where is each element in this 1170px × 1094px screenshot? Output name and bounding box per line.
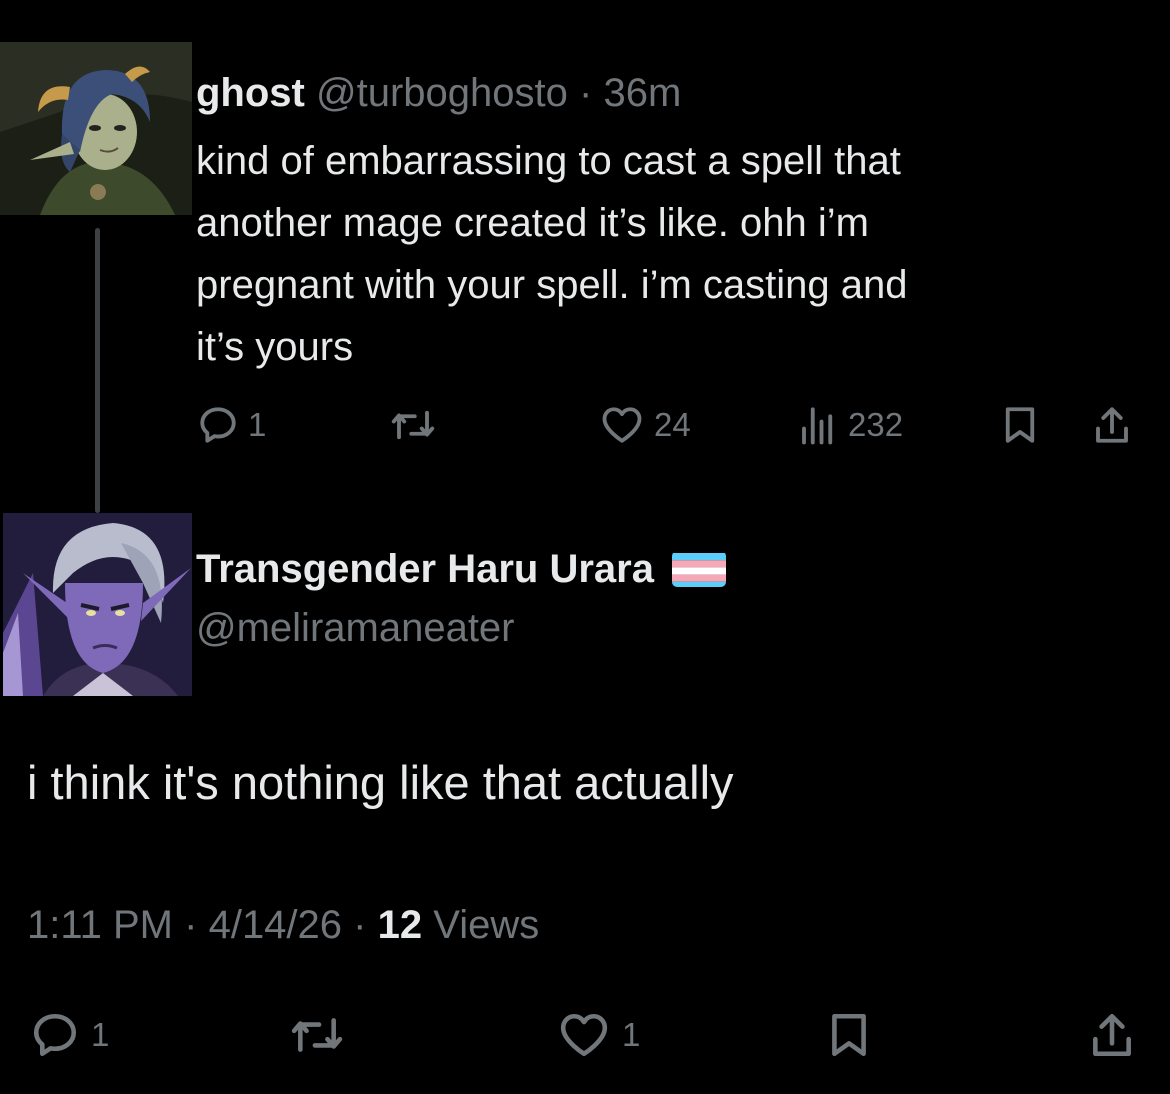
like-icon xyxy=(560,1013,608,1057)
parent-retweet-button[interactable] xyxy=(388,404,438,446)
reply-bookmark-button[interactable] xyxy=(822,1010,876,1060)
bookmark-icon xyxy=(1005,407,1035,443)
reply-reply-button[interactable]: 1 xyxy=(27,1010,109,1060)
reply-views-label: Views xyxy=(433,903,540,947)
parent-action-bar: 1 24 232 xyxy=(0,398,1170,454)
parent-tweet-header: ghost @turboghosto · 36m xyxy=(196,68,681,118)
parent-time-ago[interactable]: 36m xyxy=(603,71,681,115)
retweet-icon xyxy=(291,1018,343,1052)
reply-views-count: 12 xyxy=(377,903,423,947)
avatar-ghost-image xyxy=(0,42,192,215)
avatar-meliramaneater-image xyxy=(3,513,192,696)
reply-time[interactable]: 1:11 PM xyxy=(27,903,173,947)
avatar-meliramaneater[interactable] xyxy=(3,513,192,696)
parent-like-count: 24 xyxy=(654,406,691,443)
meta-separator: · xyxy=(353,903,367,947)
reply-meta: 1:11 PM · 4/14/26 · 12 Views xyxy=(27,900,539,950)
reply-retweet-button[interactable] xyxy=(286,1010,348,1060)
reply-like-button[interactable]: 1 xyxy=(554,1010,640,1060)
parent-tweet-text: kind of embarrassing to cast a spell tha… xyxy=(196,139,908,369)
header-separator: · xyxy=(579,71,593,115)
parent-display-name[interactable]: ghost xyxy=(196,71,305,115)
views-icon xyxy=(802,407,833,445)
transgender-flag-icon xyxy=(671,551,726,587)
parent-reply-button[interactable]: 1 xyxy=(196,404,266,446)
avatar-ghost[interactable] xyxy=(0,42,192,215)
like-icon xyxy=(602,407,642,443)
reply-display-name-row: Transgender Haru Urara xyxy=(196,544,726,594)
reply-date[interactable]: 4/14/26 xyxy=(209,903,342,947)
retweet-icon xyxy=(391,410,435,440)
parent-share-button[interactable] xyxy=(1090,404,1134,446)
share-icon xyxy=(1093,1013,1131,1057)
reply-handle[interactable]: @meliramaneater xyxy=(196,603,515,653)
reply-icon xyxy=(33,1013,77,1057)
reply-tweet-text: i think it's nothing like that actually xyxy=(27,756,734,809)
reply-display-name[interactable]: Transgender Haru Urara xyxy=(196,544,654,594)
bookmark-icon xyxy=(832,1013,866,1057)
reply-share-button[interactable] xyxy=(1084,1010,1140,1060)
parent-handle[interactable]: @turboghosto xyxy=(316,71,568,115)
reply-like-count: 1 xyxy=(622,1016,641,1053)
parent-like-button[interactable]: 24 xyxy=(598,404,691,446)
parent-views-count: 232 xyxy=(848,406,904,443)
parent-reply-count: 1 xyxy=(248,406,267,443)
thread-view: ghost @turboghosto · 36m kind of embarra… xyxy=(0,0,1170,1094)
reply-icon xyxy=(200,407,236,443)
reply-reply-count: 1 xyxy=(91,1016,110,1053)
parent-bookmark-button[interactable] xyxy=(998,404,1042,446)
share-icon xyxy=(1096,407,1128,443)
reply-action-bar: 1 1 xyxy=(0,1004,1170,1064)
thread-connector-line xyxy=(95,228,100,513)
meta-separator: · xyxy=(184,903,198,947)
parent-views-button[interactable]: 232 xyxy=(796,404,903,446)
